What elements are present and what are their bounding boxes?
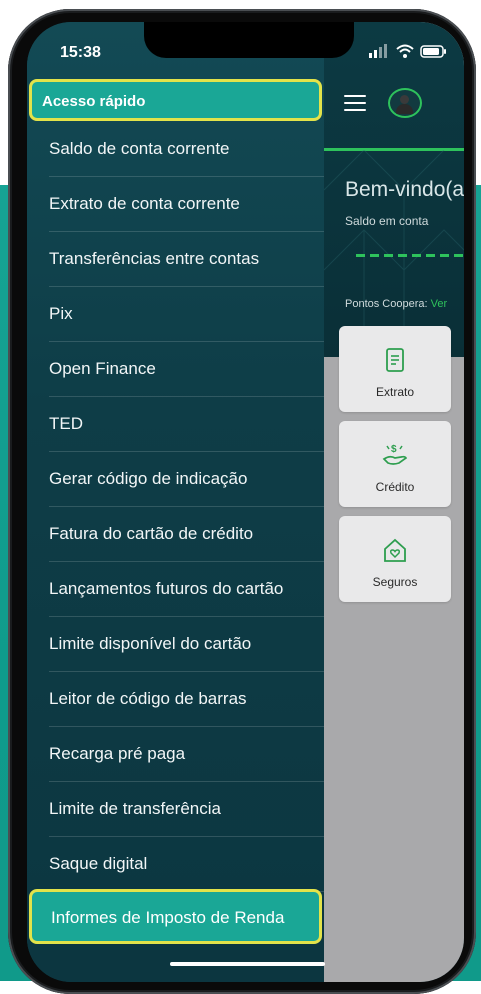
side-drawer: Acesso rápido Saldo de conta corrente Ext… — [27, 22, 324, 982]
app-header: Bem-vindo(a Saldo em conta Pontos Cooper… — [324, 22, 464, 357]
menu-item[interactable]: Extrato de conta corrente — [27, 177, 324, 232]
welcome-title: Bem-vindo(a — [345, 178, 464, 201]
status-icons — [369, 44, 446, 58]
menu-item-label: TED — [49, 414, 83, 433]
money-hand-icon: $ — [382, 444, 408, 465]
wifi-icon — [396, 44, 414, 58]
home-indicator[interactable] — [170, 962, 325, 966]
menu-item-label: Informes de Imposto de Renda — [51, 908, 285, 927]
menu-item[interactable]: Pix — [27, 287, 324, 342]
points-text: Pontos Coopera: — [345, 298, 428, 310]
card-extrato[interactable]: Extrato — [339, 326, 451, 412]
quick-access-header[interactable]: Acesso rápido — [29, 79, 322, 121]
app-main-screen: Bem-vindo(a Saldo em conta Pontos Cooper… — [324, 22, 464, 982]
menu-item[interactable]: Fatura do cartão de crédito — [27, 507, 324, 562]
menu-item[interactable]: Leitor de código de barras — [27, 672, 324, 727]
menu-item-label: Limite disponível do cartão — [49, 634, 252, 653]
points-view-link[interactable]: Ver — [431, 298, 448, 310]
drawer-menu-list: Saldo de conta corrente Extrato de conta … — [27, 122, 324, 892]
quick-access-title: Acesso rápido — [42, 93, 146, 110]
points-label: Pontos Coopera: Ver — [345, 298, 447, 310]
menu-item[interactable]: Saldo de conta corrente — [27, 122, 324, 177]
house-heart-icon — [384, 538, 406, 562]
menu-item-label: Fatura do cartão de crédito — [49, 524, 254, 543]
avatar[interactable] — [388, 88, 422, 118]
menu-item-label: Pix — [49, 304, 73, 323]
menu-item[interactable]: Recarga pré paga — [27, 727, 324, 782]
phone-notch — [144, 22, 354, 58]
menu-item-informes-ir[interactable]: Informes de Imposto de Renda — [29, 889, 322, 944]
menu-item-label: Open Finance — [49, 359, 156, 378]
signal-icon — [369, 44, 387, 58]
card-label: Crédito — [375, 480, 415, 494]
card-credito[interactable]: $ Crédito — [339, 421, 451, 507]
hidden-balance — [356, 254, 464, 257]
card-seguros[interactable]: Seguros — [339, 516, 451, 602]
menu-item[interactable]: Open Finance — [27, 342, 324, 397]
menu-item-label: Gerar código de indicação — [49, 469, 248, 488]
menu-item-label: Saldo de conta corrente — [49, 139, 230, 158]
menu-item-label: Recarga pré paga — [49, 744, 186, 763]
card-label: Extrato — [375, 385, 414, 399]
menu-item-label: Saque digital — [49, 854, 148, 873]
svg-text:$: $ — [391, 444, 397, 455]
menu-item[interactable]: Lançamentos futuros do cartão — [27, 562, 324, 617]
menu-item[interactable]: Gerar código de indicação — [27, 452, 324, 507]
menu-item-label: Leitor de código de barras — [49, 689, 247, 708]
menu-item[interactable]: Transferências entre contas — [27, 232, 324, 287]
balance-label: Saldo em conta — [345, 214, 429, 228]
menu-item-label: Extrato de conta corrente — [49, 194, 240, 213]
receipt-icon — [386, 348, 404, 372]
menu-item[interactable]: Limite disponível do cartão — [27, 617, 324, 672]
menu-item[interactable]: TED — [27, 397, 324, 452]
phone-screen: Bem-vindo(a Saldo em conta Pontos Cooper… — [27, 22, 464, 982]
menu-item[interactable]: Limite de transferência — [27, 782, 324, 837]
card-label: Seguros — [372, 575, 418, 589]
battery-icon — [420, 45, 446, 58]
menu-item[interactable]: Saque digital — [27, 837, 324, 892]
menu-item-label: Transferências entre contas — [49, 249, 260, 268]
status-time: 15:38 — [60, 44, 101, 61]
menu-item-label: Lançamentos futuros do cartão — [49, 579, 284, 598]
hamburger-menu-icon[interactable] — [344, 95, 366, 111]
menu-item-label: Limite de transferência — [49, 799, 221, 818]
